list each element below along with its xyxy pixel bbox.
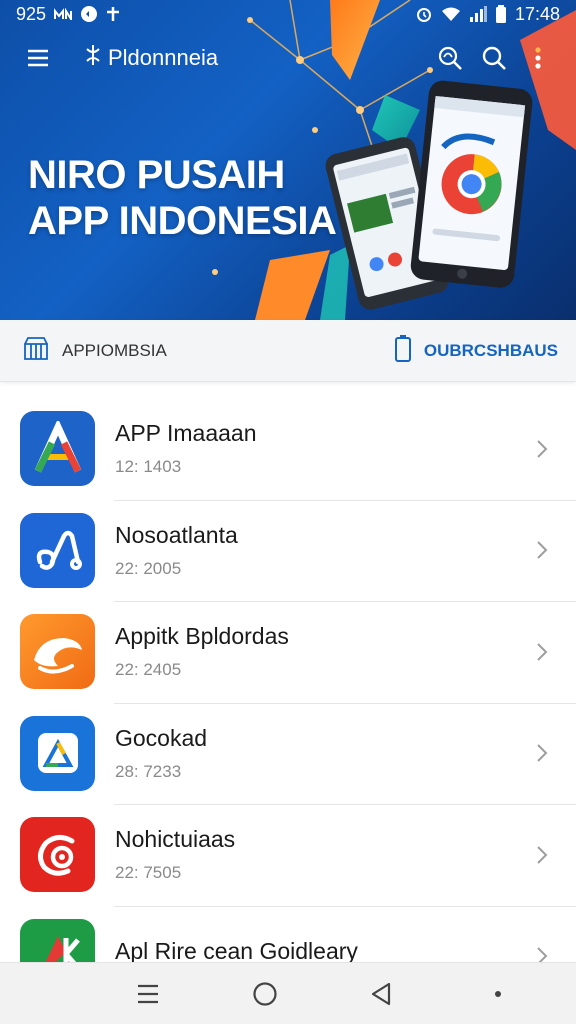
app-name: APP Imaaaan — [115, 420, 257, 447]
battery-icon — [495, 5, 507, 23]
list-item[interactable]: Nohictuiaas 22: 7505 — [0, 804, 576, 906]
mail-icon — [54, 8, 73, 20]
loop-link-icon — [20, 512, 95, 588]
app-time: 22: 7505 — [115, 863, 182, 883]
hero-title-line2: APP INDONESIA — [28, 199, 337, 243]
list-item[interactable]: Appitk Bpldordas 22: 2405 — [0, 601, 576, 703]
hero-title-line1: NIRO PUSAIH — [28, 153, 285, 197]
menu-hamburger-icon[interactable] — [16, 36, 60, 80]
more-vert-icon[interactable] — [516, 36, 560, 80]
app-name: Gocokad — [115, 724, 208, 751]
app-name: Nohictuiaas — [115, 826, 236, 853]
alarm-icon — [415, 5, 433, 23]
app-name: Nosoatlanta — [115, 521, 238, 548]
chevron-right-icon — [530, 642, 554, 662]
signal-icon — [469, 6, 487, 22]
chevron-right-icon — [530, 845, 554, 865]
store-icon — [22, 335, 50, 366]
list-item[interactable]: Apl Rire cean Goidleary — [0, 905, 576, 962]
status-bar: 925 17:48 — [0, 0, 576, 28]
app-time: 22: 2405 — [115, 660, 182, 680]
list-item[interactable]: Gocokad 28: 7233 — [0, 702, 576, 805]
swoosh-icon — [20, 614, 95, 690]
app-title: Pldonnneia — [108, 45, 219, 70]
tab-strip: APPIOMBSIA OUBRCSHBAUS — [0, 320, 576, 382]
hero-banner: 925 17:48 Pldonnneia NIRO PUSAIH APP IND… — [0, 0, 576, 320]
message-icon — [80, 5, 98, 23]
battery-outline-icon — [394, 334, 412, 367]
app-list: APP Imaaaan 12: 1403 Nosoatlanta 22: 200… — [0, 398, 576, 962]
search-icon[interactable] — [472, 36, 516, 80]
tab-right-label: OUBRCSHBAUS — [423, 340, 558, 360]
hero-title: NIRO PUSAIH APP INDONESIA — [28, 152, 337, 244]
chevron-right-icon — [530, 540, 554, 560]
tab-left-label: APPIOMBSIA — [62, 340, 167, 360]
list-item[interactable]: APP Imaaaan 12: 1403 — [0, 398, 576, 500]
chevron-right-icon — [530, 439, 554, 459]
brand-logo-icon — [84, 43, 102, 73]
app-time: 28: 7233 — [115, 761, 182, 781]
back-triangle-icon[interactable] — [351, 969, 411, 1019]
status-left-text: 925 — [16, 3, 47, 24]
wifi-icon — [441, 6, 461, 22]
dot-icon[interactable] — [468, 969, 528, 1019]
drive-triangle-icon — [20, 715, 95, 791]
chevron-right-icon — [530, 946, 554, 962]
app-time: 12: 1403 — [115, 457, 182, 477]
plus-icon — [106, 6, 120, 22]
app-name: Apl Rire cean Goidleary — [115, 937, 358, 962]
menu-icon[interactable] — [118, 969, 178, 1019]
status-time: 17:48 — [514, 3, 560, 24]
a-letter-icon — [20, 411, 95, 487]
app-time: 22: 2005 — [115, 558, 182, 578]
home-circle-icon[interactable] — [235, 969, 295, 1019]
list-item[interactable]: Nosoatlanta 22: 2005 — [0, 499, 576, 602]
tab-oubrcshbaus[interactable]: OUBRCSHBAUS — [394, 334, 558, 367]
app-bar: Pldonnneia — [0, 28, 576, 88]
app-name: Appitk Bpldordas — [115, 623, 289, 650]
tab-appiombsia[interactable]: APPIOMBSIA — [22, 335, 167, 366]
target-swirl-icon — [20, 817, 95, 893]
chevron-right-icon — [530, 743, 554, 763]
k-letter-icon — [20, 918, 95, 962]
system-nav-bar — [0, 962, 576, 1024]
headset-search-icon[interactable] — [428, 36, 472, 80]
app-brand: Pldonnneia — [84, 43, 218, 73]
